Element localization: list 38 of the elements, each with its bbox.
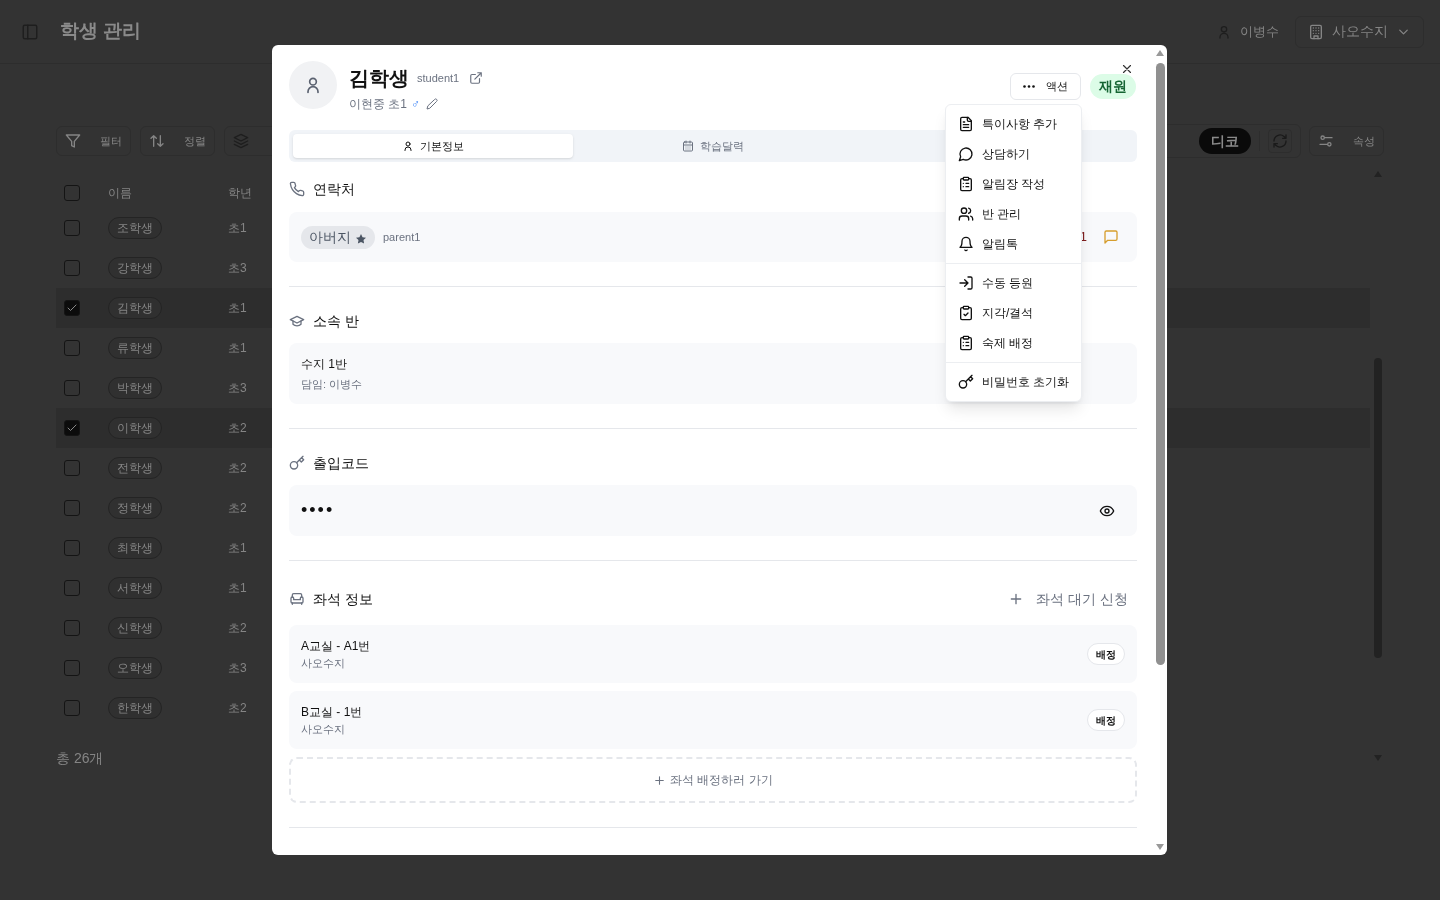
grade-cell-text: 초1 bbox=[228, 540, 247, 557]
status-badge: 재원 bbox=[1090, 74, 1136, 99]
section-title: 소속 반 bbox=[313, 311, 359, 331]
section-title: 출입코드 bbox=[313, 453, 369, 473]
grade-cell-text: 초1 bbox=[228, 220, 247, 237]
grade-cell-text: 초2 bbox=[228, 460, 247, 477]
username: student1 bbox=[417, 70, 460, 86]
student-name: 김학생 bbox=[349, 66, 409, 91]
column-header: 학년 bbox=[228, 185, 252, 202]
grade-cell-text: 초3 bbox=[228, 380, 247, 397]
grade-cell-text: 초2 bbox=[228, 420, 247, 437]
relation-label: 아버지 bbox=[309, 227, 351, 247]
column-header: 이름 bbox=[108, 185, 133, 202]
seat-branch: 사오수지 bbox=[301, 655, 346, 671]
grade-cell-text: 초3 bbox=[228, 660, 247, 677]
access-code: •••• bbox=[301, 499, 335, 522]
grade-cell-text: 초2 bbox=[228, 700, 247, 717]
school-grade: 이현중 초1 bbox=[349, 96, 407, 113]
seat-room: B교실 - 1번 bbox=[301, 703, 363, 721]
user-name: 이병수 bbox=[1240, 22, 1279, 41]
grade-cell-text: 초2 bbox=[228, 620, 247, 637]
section-title: 연락처 bbox=[313, 179, 355, 199]
seat-room: A교실 - A1번 bbox=[301, 637, 371, 655]
grade-cell-text: 초1 bbox=[228, 300, 247, 317]
gender-symbol: ♂ bbox=[411, 96, 420, 113]
grade-cell-text: 초3 bbox=[228, 260, 247, 277]
page-title: 학생 관리 bbox=[60, 19, 142, 44]
parent-account: parent1 bbox=[383, 229, 421, 245]
seat-status-badge: 배정 bbox=[1087, 709, 1125, 731]
section-title: 좌석 정보 bbox=[313, 589, 373, 609]
seat-status-badge: 배정 bbox=[1087, 643, 1125, 665]
total-count: 총 26개 bbox=[56, 749, 105, 768]
seat-branch: 사오수지 bbox=[301, 721, 346, 737]
grade-cell-text: 초2 bbox=[228, 500, 247, 517]
grade-cell-text: 초1 bbox=[228, 580, 247, 597]
teacher-name: 담임: 이병수 bbox=[301, 376, 363, 392]
class-name: 수지 1반 bbox=[301, 355, 347, 373]
grade-cell-text: 초1 bbox=[228, 340, 247, 357]
